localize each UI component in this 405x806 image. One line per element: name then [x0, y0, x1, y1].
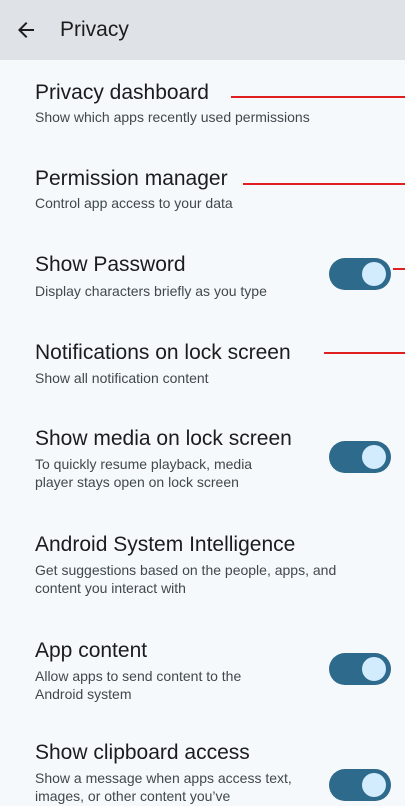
- setting-summary: Show a message when apps access text, im…: [35, 770, 292, 804]
- annotation-line: [243, 183, 405, 185]
- setting-show-media-lock-screen[interactable]: Show media on lock screen To quickly res…: [0, 408, 405, 498]
- setting-summary: Control app access to your data: [35, 195, 233, 211]
- annotation-line: [231, 96, 405, 98]
- setting-app-content[interactable]: App content Allow apps to send content t…: [0, 620, 405, 710]
- setting-title: Privacy dashboard: [35, 81, 209, 104]
- switch-thumb: [362, 657, 386, 681]
- app-bar: Privacy: [0, 0, 405, 60]
- setting-android-system-intelligence[interactable]: Android System Intelligence Get suggesti…: [0, 512, 405, 602]
- annotation-line: [393, 268, 405, 270]
- setting-privacy-dashboard[interactable]: Privacy dashboard Show which apps recent…: [0, 60, 405, 140]
- switch-thumb: [362, 262, 386, 286]
- back-button[interactable]: [0, 0, 56, 60]
- setting-notifications-lock-screen[interactable]: Notifications on lock screen Show all no…: [0, 320, 405, 398]
- setting-show-password[interactable]: Show Password Display characters briefly…: [0, 232, 405, 312]
- show-media-switch[interactable]: [329, 441, 391, 473]
- setting-summary: To quickly resume playback, media player…: [35, 456, 253, 490]
- app-content-switch[interactable]: [329, 653, 391, 685]
- setting-title: Show Password: [35, 253, 186, 276]
- setting-title: Show clipboard access: [35, 741, 250, 764]
- page-title: Privacy: [60, 18, 129, 41]
- setting-show-clipboard-access[interactable]: Show clipboard access Show a message whe…: [0, 724, 405, 806]
- annotation-line: [324, 352, 405, 354]
- setting-summary: Show all notification content: [35, 370, 209, 386]
- show-password-switch[interactable]: [329, 258, 391, 290]
- switch-thumb: [362, 773, 386, 797]
- setting-title: Permission manager: [35, 167, 228, 190]
- setting-title: App content: [35, 639, 148, 662]
- arrow-left-icon: [18, 22, 34, 38]
- setting-title: Show media on lock screen: [35, 427, 292, 450]
- switch-thumb: [362, 445, 386, 469]
- privacy-settings-screen: Privacy Privacy dashboard Show which app…: [0, 0, 405, 806]
- setting-summary: Get suggestions based on the people, app…: [35, 562, 337, 596]
- setting-summary: Allow apps to send content to the Androi…: [35, 668, 242, 702]
- show-clipboard-switch[interactable]: [329, 769, 391, 801]
- setting-summary: Show which apps recently used permission…: [35, 109, 310, 125]
- setting-summary: Display characters briefly as you type: [35, 283, 267, 299]
- setting-title: Android System Intelligence: [35, 533, 296, 556]
- setting-title: Notifications on lock screen: [35, 341, 291, 364]
